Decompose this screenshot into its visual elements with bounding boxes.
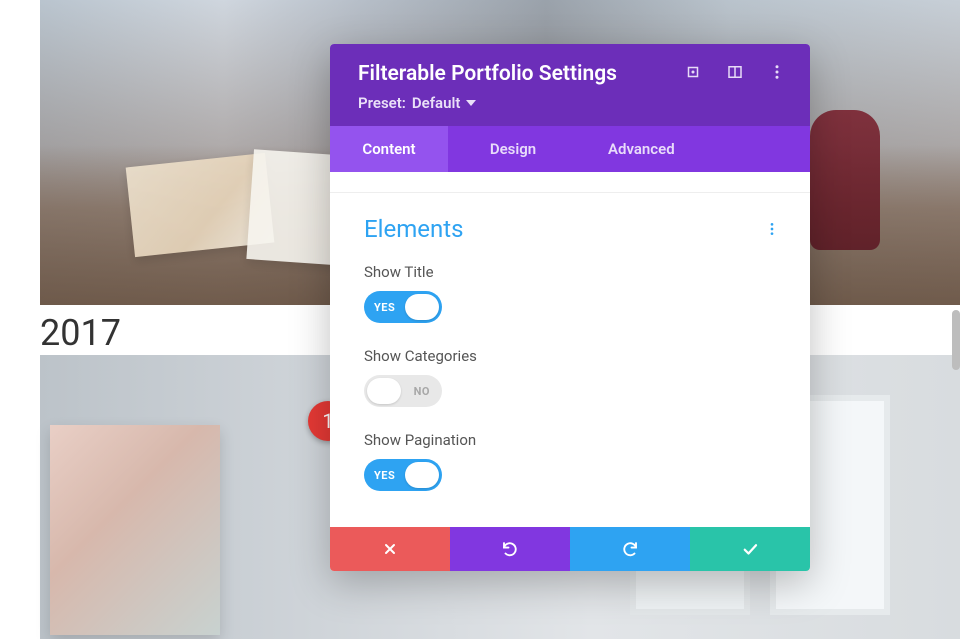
field-show-pagination: Show Pagination YES	[364, 431, 780, 491]
redo-button[interactable]	[570, 527, 690, 571]
modal-title: Filterable Portfolio Settings	[358, 62, 684, 86]
save-button[interactable]	[690, 527, 810, 571]
divider	[330, 192, 810, 193]
tab-design[interactable]: Design	[448, 126, 578, 172]
label-show-title: Show Title	[364, 263, 780, 281]
modal-body: Elements Show Title YES Show Categories …	[330, 172, 810, 527]
tab-content[interactable]: Content	[330, 126, 448, 172]
tab-advanced[interactable]: Advanced	[578, 126, 810, 172]
undo-button[interactable]	[450, 527, 570, 571]
toggle-off-label: NO	[414, 385, 430, 398]
redo-icon	[621, 540, 639, 558]
more-vertical-icon[interactable]	[768, 63, 786, 85]
section-title-elements[interactable]: Elements	[364, 215, 764, 243]
caret-down-icon	[466, 100, 476, 106]
scrollbar-thumb[interactable]	[952, 310, 960, 370]
field-show-categories: Show Categories NO	[364, 347, 780, 407]
preset-dropdown[interactable]: Preset: Default	[358, 94, 786, 112]
toggle-on-label: YES	[374, 469, 395, 482]
label-show-pagination: Show Pagination	[364, 431, 780, 449]
decorative-shape	[810, 110, 880, 250]
expand-icon[interactable]	[684, 63, 702, 85]
undo-icon	[501, 540, 519, 558]
field-show-title: Show Title YES	[364, 263, 780, 323]
label-show-categories: Show Categories	[364, 347, 780, 365]
panel-split-icon[interactable]	[726, 63, 744, 85]
check-icon	[741, 540, 759, 558]
decorative-shape	[50, 425, 220, 635]
toggle-knob	[405, 462, 439, 488]
toggle-on-label: YES	[374, 301, 395, 314]
preset-value: Default	[412, 94, 461, 112]
toggle-show-categories[interactable]: NO	[364, 375, 442, 407]
portfolio-item-title: 2017	[40, 312, 121, 354]
toggle-knob	[367, 378, 401, 404]
toggle-knob	[405, 294, 439, 320]
close-icon	[382, 541, 398, 557]
preset-prefix: Preset:	[358, 94, 406, 112]
settings-modal: Filterable Portfolio Settings	[330, 44, 810, 571]
modal-tabs: Content Design Advanced	[330, 126, 810, 172]
section-more-icon[interactable]	[764, 221, 780, 237]
modal-header: Filterable Portfolio Settings	[330, 44, 810, 126]
toggle-show-pagination[interactable]: YES	[364, 459, 442, 491]
cancel-button[interactable]	[330, 527, 450, 571]
toggle-show-title[interactable]: YES	[364, 291, 442, 323]
modal-footer	[330, 527, 810, 571]
